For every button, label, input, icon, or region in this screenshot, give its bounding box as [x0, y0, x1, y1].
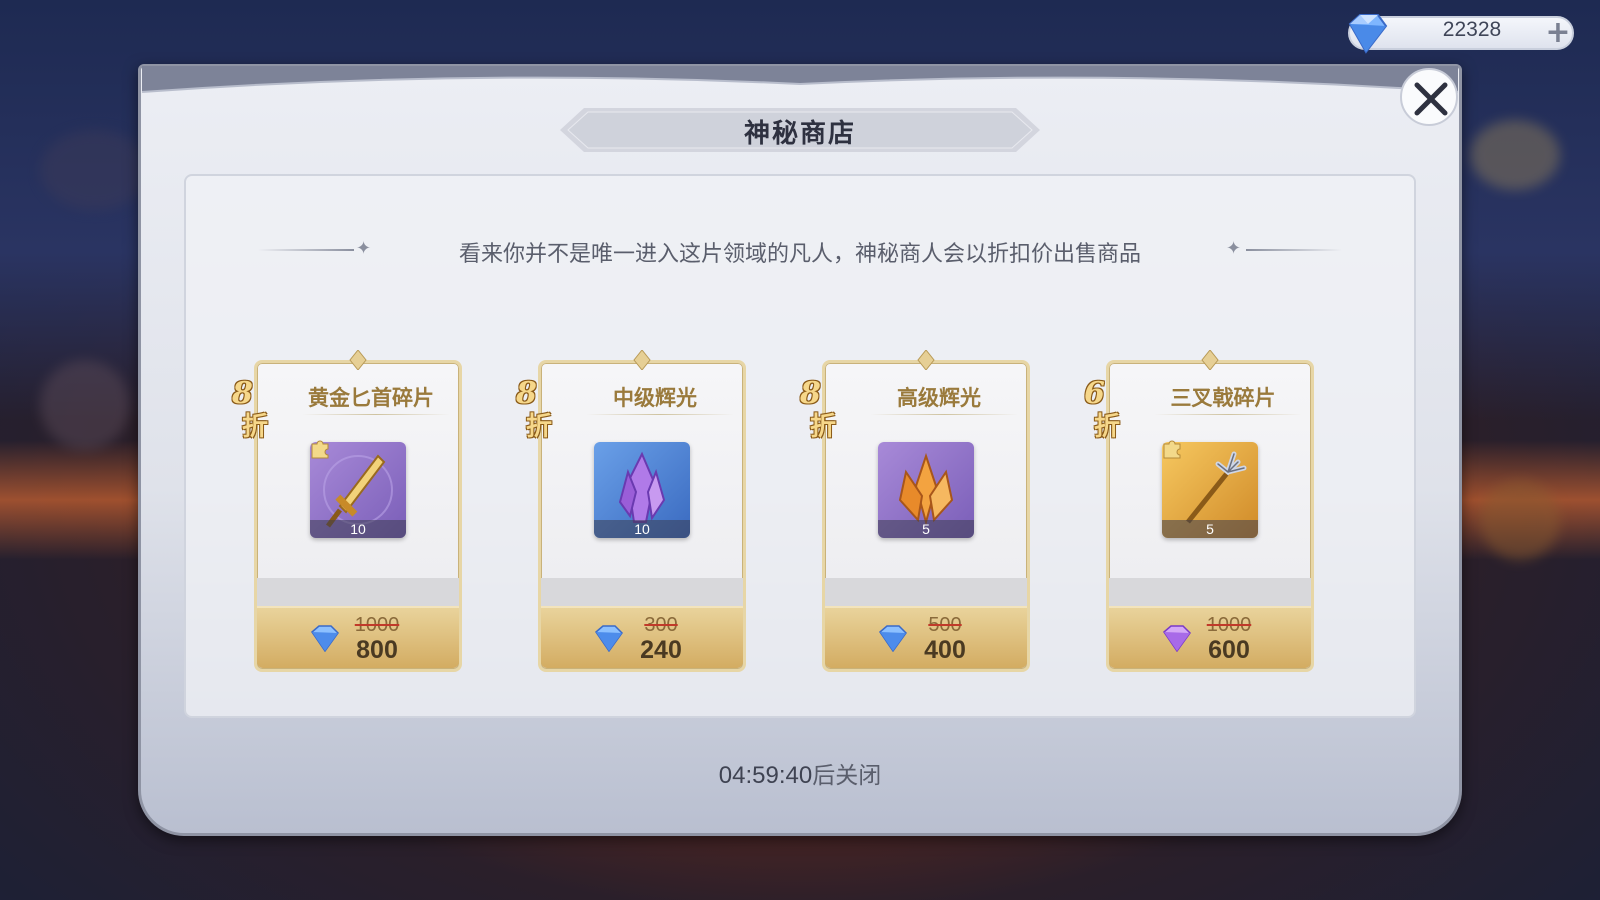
price-bar[interactable]: 500 400	[825, 606, 1027, 668]
item-name: 黄金匕首碎片	[308, 385, 434, 410]
item-count: 5	[1162, 520, 1258, 538]
close-icon	[1414, 82, 1448, 116]
puzzle-shard-icon	[1163, 440, 1181, 459]
card-strip	[541, 578, 743, 608]
discount-tag: 8 折	[516, 368, 574, 442]
discount-tag: 6 折	[1084, 368, 1142, 442]
name-divider	[302, 414, 450, 415]
name-divider	[586, 414, 734, 415]
name-divider	[870, 414, 1018, 415]
background-blob	[40, 360, 130, 450]
shop-item-card[interactable]: 8 折 高级辉光 5 500 400	[800, 350, 1032, 674]
purple-diamond-icon	[1163, 625, 1191, 652]
close-button[interactable]	[1400, 68, 1458, 126]
blue-diamond-icon	[595, 625, 623, 652]
diamond-ornament-icon	[917, 350, 935, 370]
timer-suffix: 后关闭	[812, 763, 882, 789]
item-count: 10	[310, 520, 406, 538]
shop-item-card[interactable]: 8 折 中级辉光 10 300 240	[516, 350, 748, 674]
original-price: 500	[928, 614, 962, 636]
name-divider	[1154, 414, 1302, 415]
background-blob	[40, 130, 150, 210]
diamond-gem-icon	[1348, 14, 1388, 54]
discount-price: 400	[924, 636, 966, 664]
background-blob	[1480, 480, 1560, 560]
subtitle-decoration-right	[1246, 249, 1342, 251]
background-blob	[1470, 120, 1560, 190]
item-name: 三叉戟碎片	[1170, 385, 1276, 410]
plus-icon[interactable]: +	[1544, 14, 1572, 52]
price-bar[interactable]: 1000 600	[1109, 606, 1311, 668]
item-name: 中级辉光	[613, 385, 697, 410]
item-count: 10	[594, 520, 690, 538]
shop-item-card[interactable]: 6 折 三叉戟碎片 5 1000 600	[1084, 350, 1316, 674]
shop-subtitle: 看来你并不是唯一进入这片领域的凡人，神秘商人会以折扣价出售商品	[458, 242, 1141, 267]
sparkle-icon: ✦	[1226, 238, 1242, 259]
card-strip	[257, 578, 459, 608]
original-price: 1000	[354, 614, 400, 636]
currency-amount: 22328	[1442, 18, 1502, 41]
original-price: 300	[644, 614, 678, 636]
panel-top-wave	[142, 66, 1458, 93]
blue-diamond-icon	[879, 625, 907, 652]
subtitle-decoration-left	[258, 249, 354, 251]
purple-crystal-icon: 10	[594, 442, 690, 538]
timer-countdown: 04:59:40	[718, 762, 813, 789]
discount-unit: 折	[526, 412, 553, 442]
orange-crystal-icon: 5	[878, 442, 974, 538]
blue-diamond-icon	[311, 625, 339, 652]
discount-price: 800	[356, 636, 398, 664]
item-name: 高级辉光	[897, 385, 981, 410]
discount-unit: 折	[242, 412, 269, 442]
shop-item-card[interactable]: 8 折 黄金匕首碎片 10 1000 800	[232, 350, 464, 674]
puzzle-shard-icon	[311, 440, 329, 459]
discount-tag: 8 折	[232, 368, 290, 442]
price-bar[interactable]: 1000 800	[257, 606, 459, 668]
card-strip	[825, 578, 1027, 608]
card-strip	[1109, 578, 1311, 608]
original-price: 1000	[1206, 614, 1252, 636]
diamond-ornament-icon	[633, 350, 651, 370]
discount-unit: 折	[1094, 412, 1121, 442]
discount-tag: 8 折	[800, 368, 858, 442]
diamond-ornament-icon	[349, 350, 367, 370]
shop-title: 神秘商店	[743, 119, 856, 149]
close-timer: 04:59:40后关闭	[600, 756, 1000, 790]
item-count: 5	[878, 520, 974, 538]
sparkle-icon: ✦	[356, 238, 372, 259]
discount-price: 600	[1208, 636, 1250, 664]
diamond-ornament-icon	[1201, 350, 1219, 370]
discount-price: 240	[640, 636, 682, 664]
discount-unit: 折	[810, 412, 837, 442]
price-bar[interactable]: 300 240	[541, 606, 743, 668]
